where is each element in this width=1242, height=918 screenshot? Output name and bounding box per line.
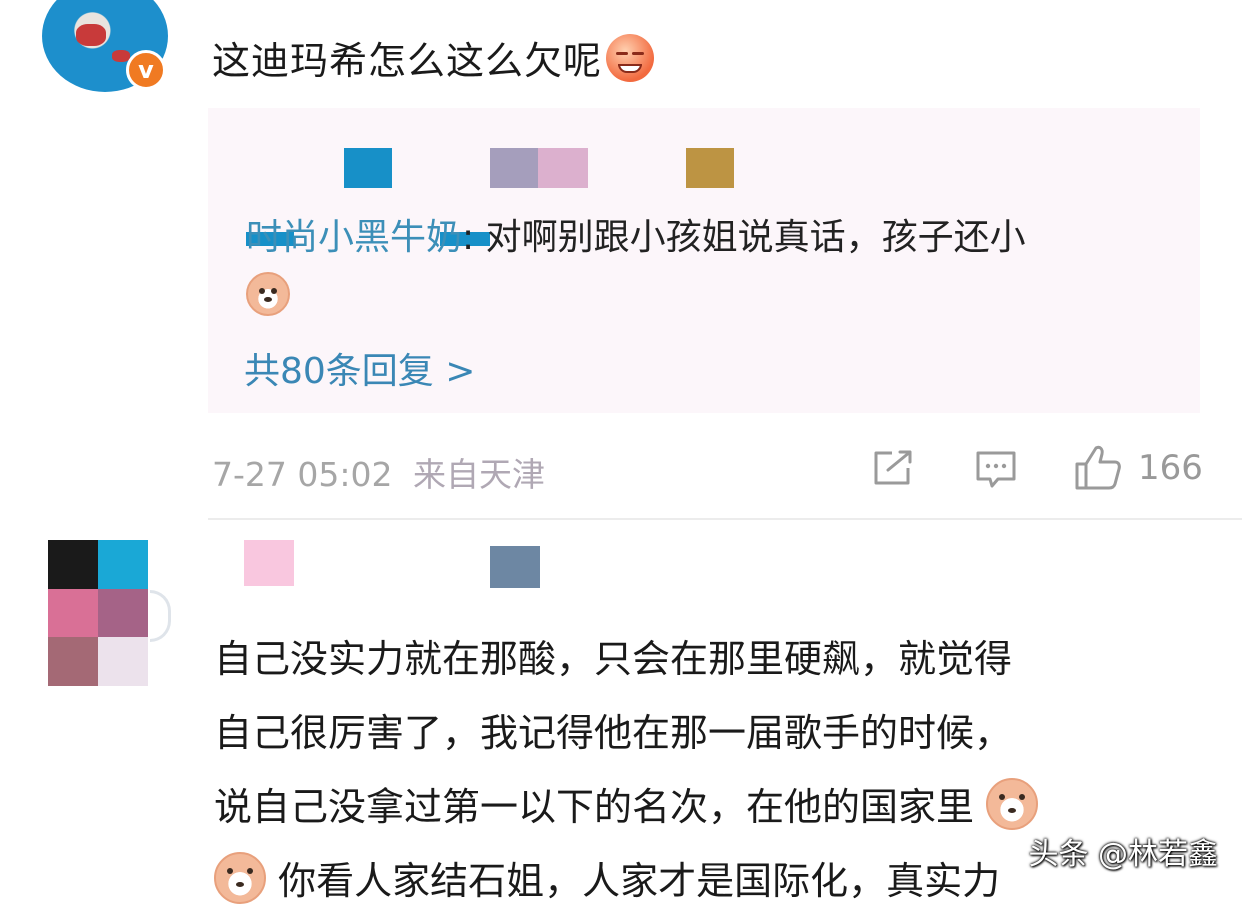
mosaic-block (344, 148, 392, 188)
comment-text: 这迪玛希怎么这么欠呢 (212, 30, 655, 85)
comment-body: 这迪玛希怎么这么欠呢 (212, 39, 603, 83)
like-count: 166 (1138, 448, 1203, 488)
mosaic-block (244, 540, 294, 586)
comment-icon[interactable] (974, 450, 1018, 488)
reply-line: 时尚小黑牛奶: 对啊别跟小孩姐说真话，孩子还小 (246, 208, 1026, 260)
avatar[interactable] (48, 540, 148, 686)
reply-text: 对啊别跟小孩姐说真话，孩子还小 (485, 217, 1026, 258)
mosaic-block (490, 148, 538, 188)
more-replies-link[interactable]: 共80条回复 > (244, 342, 475, 394)
comment-line: 自己没实力就在那酸，只会在那里硬飙，就觉得 (214, 637, 1013, 681)
comment-line: 自己很厉害了，我记得他在那一届歌手的时候， (214, 711, 1013, 755)
location: 来自天津 (413, 455, 545, 494)
watermark: 头条 @林若鑫 (1028, 837, 1218, 872)
mosaic-block (490, 546, 540, 588)
dizzy-laugh-emoji-icon (606, 34, 655, 82)
mosaic-block (538, 148, 588, 188)
avatar-frame (150, 590, 171, 642)
doge-emoji-icon (214, 852, 266, 904)
verified-badge-icon: v (126, 50, 166, 90)
reply-username[interactable]: 时尚小黑牛奶 (246, 217, 462, 258)
mosaic-block (686, 148, 734, 188)
timestamp: 7-27 05:02 (212, 455, 393, 494)
doge-emoji-icon (986, 778, 1039, 830)
comment-text: 自己没实力就在那酸，只会在那里硬飙，就觉得 自己很厉害了，我记得他在那一届歌手的… (214, 622, 1214, 918)
thumbs-up-icon[interactable] (1074, 444, 1122, 490)
doge-emoji-icon (246, 272, 290, 316)
divider (208, 518, 1242, 520)
comment-meta: 7-27 05:02 来自天津 (212, 448, 545, 496)
share-icon[interactable] (872, 450, 914, 486)
reply-separator: : (462, 217, 486, 258)
